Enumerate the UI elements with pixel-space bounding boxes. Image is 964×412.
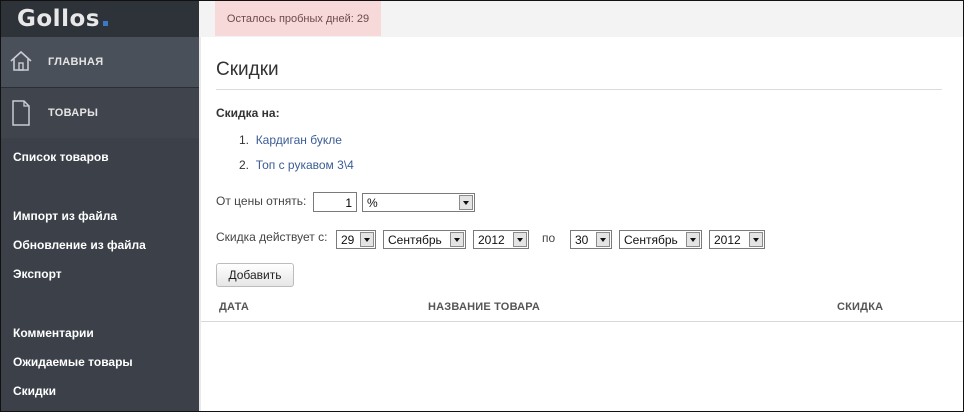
unit-select-value: % [367, 196, 378, 210]
chevron-down-icon [459, 195, 473, 210]
price-label: От цены отнять: [216, 194, 307, 208]
column-header-product-name[interactable]: НАЗВАНИЕ ТОВАРА [428, 301, 540, 313]
sidebar-item-update[interactable]: Обновление из файла [13, 238, 146, 252]
product-link[interactable]: Топ с рукавом 3\4 [256, 158, 354, 172]
chevron-down-icon [450, 232, 464, 247]
content-edge [199, 37, 201, 411]
to-label: по [542, 231, 556, 245]
to-month-select[interactable]: Сентябрь [619, 230, 702, 249]
discount-for-label: Скидка на: [216, 106, 280, 120]
chevron-down-icon [596, 232, 610, 247]
top-bar: Осталось пробных дней: 29 [199, 1, 963, 38]
logo-text: Gollos [17, 6, 100, 32]
sidebar-item-expected[interactable]: Ожидаемые товары [13, 355, 133, 369]
logo[interactable]: Gollos [17, 6, 108, 32]
chevron-down-icon [513, 232, 527, 247]
column-header-date[interactable]: ДАТА [219, 301, 249, 313]
product-link[interactable]: Кардиган букле [256, 133, 342, 147]
table-header-divider [201, 321, 963, 322]
from-year-select[interactable]: 2012 [473, 230, 529, 249]
to-month-value: Сентябрь [624, 233, 678, 247]
list-number: 1. [239, 133, 250, 147]
document-icon [11, 100, 31, 131]
sidebar: Gollos ГЛАВНАЯ ТОВАРЫ Список товаров Имп… [1, 1, 199, 411]
chevron-down-icon [686, 232, 700, 247]
sidebar-item-product-list[interactable]: Список товаров [13, 150, 109, 164]
from-year-value: 2012 [478, 233, 505, 247]
sidebar-item-import[interactable]: Импорт из файла [13, 209, 117, 223]
from-month-value: Сентябрь [388, 233, 442, 247]
main-content: Скидки Скидка на: 1. Кардиган букле 2. Т… [199, 37, 963, 411]
valid-from-label: Скидка действует с: [216, 230, 328, 244]
from-day-select[interactable]: 29 [336, 230, 376, 249]
to-year-value: 2012 [714, 233, 741, 247]
nav-item-products-label: ТОВАРЫ [48, 107, 99, 119]
sidebar-item-comments[interactable]: Комментарии [13, 326, 94, 340]
app-window: Gollos ГЛАВНАЯ ТОВАРЫ Список товаров Имп… [0, 0, 964, 412]
column-header-discount[interactable]: СКИДКА [837, 301, 883, 313]
price-input[interactable]: 1 [313, 192, 357, 212]
from-day-value: 29 [341, 233, 355, 247]
logo-dot [102, 21, 108, 26]
to-day-select[interactable]: 30 [570, 230, 612, 249]
sidebar-item-export[interactable]: Экспорт [13, 267, 62, 281]
nav-item-main[interactable]: ГЛАВНАЯ [1, 37, 199, 88]
list-number: 2. [239, 158, 250, 172]
home-icon [9, 50, 33, 77]
unit-select[interactable]: % [362, 193, 475, 212]
to-year-select[interactable]: 2012 [709, 230, 765, 249]
trial-badge: Осталось пробных дней: 29 [215, 1, 381, 36]
nav-item-main-label: ГЛАВНАЯ [48, 56, 104, 68]
from-month-select[interactable]: Сентябрь [383, 230, 466, 249]
chevron-down-icon [749, 232, 763, 247]
nav-item-products[interactable]: ТОВАРЫ [1, 88, 199, 138]
sidebar-item-discounts[interactable]: Скидки [13, 384, 56, 398]
logo-bar: Gollos [1, 1, 199, 37]
title-divider [216, 89, 942, 90]
page-title: Скидки [216, 59, 279, 80]
to-day-value: 30 [575, 233, 589, 247]
add-button[interactable]: Добавить [216, 263, 294, 287]
product-list-item: 1. Кардиган букле [239, 133, 342, 147]
chevron-down-icon [360, 232, 374, 247]
product-list-item: 2. Топ с рукавом 3\4 [239, 158, 354, 172]
price-input-value: 1 [345, 196, 352, 210]
